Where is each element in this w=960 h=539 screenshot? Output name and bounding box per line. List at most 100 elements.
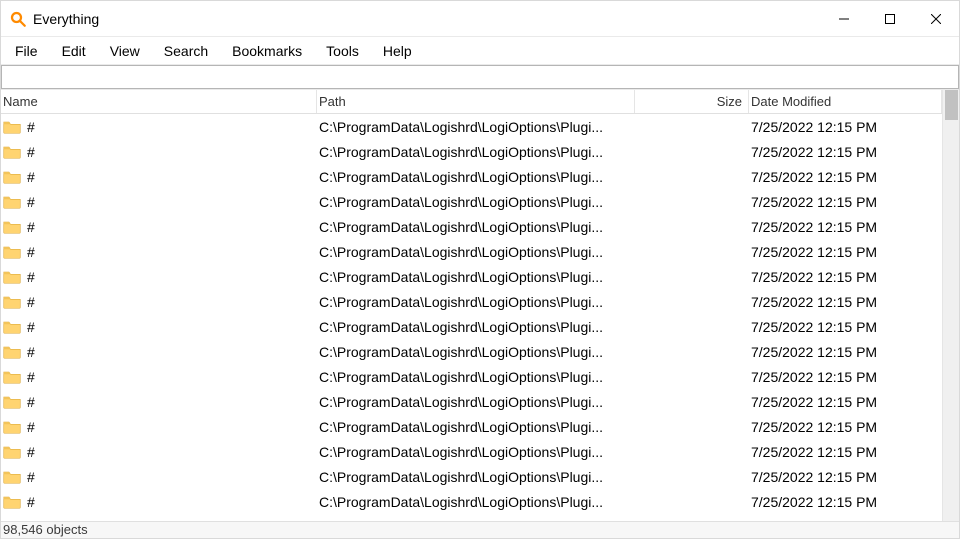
row-date: 7/25/2022 12:15 PM — [751, 169, 877, 185]
column-header-date[interactable]: Date Modified — [749, 90, 942, 113]
row-path: C:\ProgramData\Logishrd\LogiOptions\Plug… — [319, 494, 603, 510]
row-date: 7/25/2022 12:15 PM — [751, 369, 877, 385]
column-header-name[interactable]: Name — [1, 90, 317, 113]
folder-icon — [3, 244, 21, 259]
row-date: 7/25/2022 12:15 PM — [751, 494, 877, 510]
menu-help[interactable]: Help — [371, 40, 424, 62]
row-path: C:\ProgramData\Logishrd\LogiOptions\Plug… — [319, 344, 603, 360]
column-header-path[interactable]: Path — [317, 90, 635, 113]
row-path: C:\ProgramData\Logishrd\LogiOptions\Plug… — [319, 219, 603, 235]
row-name: # — [27, 219, 35, 235]
row-name: # — [27, 244, 35, 260]
result-row[interactable]: # C:\ProgramData\Logishrd\LogiOptions\Pl… — [1, 339, 942, 364]
folder-icon — [3, 194, 21, 209]
row-date: 7/25/2022 12:15 PM — [751, 194, 877, 210]
row-date: 7/25/2022 12:15 PM — [751, 294, 877, 310]
row-date: 7/25/2022 12:15 PM — [751, 344, 877, 360]
row-name: # — [27, 144, 35, 160]
result-row[interactable]: # C:\ProgramData\Logishrd\LogiOptions\Pl… — [1, 439, 942, 464]
result-row[interactable]: # C:\ProgramData\Logishrd\LogiOptions\Pl… — [1, 239, 942, 264]
result-row[interactable]: # C:\ProgramData\Logishrd\LogiOptions\Pl… — [1, 414, 942, 439]
window-controls — [821, 1, 959, 36]
row-date: 7/25/2022 12:15 PM — [751, 244, 877, 260]
menu-tools[interactable]: Tools — [314, 40, 371, 62]
close-button[interactable] — [913, 1, 959, 36]
result-row[interactable]: # C:\ProgramData\Logishrd\LogiOptions\Pl… — [1, 289, 942, 314]
row-name: # — [27, 469, 35, 485]
menu-edit[interactable]: Edit — [50, 40, 98, 62]
menubar: File Edit View Search Bookmarks Tools He… — [1, 37, 959, 65]
row-name: # — [27, 494, 35, 510]
result-row[interactable]: # C:\ProgramData\Logishrd\LogiOptions\Pl… — [1, 314, 942, 339]
menu-bookmarks[interactable]: Bookmarks — [220, 40, 314, 62]
row-name: # — [27, 369, 35, 385]
minimize-button[interactable] — [821, 1, 867, 36]
row-path: C:\ProgramData\Logishrd\LogiOptions\Plug… — [319, 394, 603, 410]
titlebar[interactable]: Everything — [1, 1, 959, 37]
status-bar: 98,546 objects — [1, 521, 959, 538]
status-text: 98,546 objects — [3, 522, 88, 537]
row-name: # — [27, 319, 35, 335]
maximize-button[interactable] — [867, 1, 913, 36]
menu-search[interactable]: Search — [152, 40, 220, 62]
row-date: 7/25/2022 12:15 PM — [751, 269, 877, 285]
row-name: # — [27, 169, 35, 185]
row-path: C:\ProgramData\Logishrd\LogiOptions\Plug… — [319, 319, 603, 335]
app-window: Everything File Edit View Search Bookmar… — [0, 0, 960, 539]
folder-icon — [3, 394, 21, 409]
folder-icon — [3, 444, 21, 459]
row-path: C:\ProgramData\Logishrd\LogiOptions\Plug… — [319, 119, 603, 135]
row-date: 7/25/2022 12:15 PM — [751, 469, 877, 485]
column-headers: Name Path Size Date Modified — [1, 90, 942, 114]
result-row[interactable]: # C:\ProgramData\Logishrd\LogiOptions\Pl… — [1, 264, 942, 289]
row-path: C:\ProgramData\Logishrd\LogiOptions\Plug… — [319, 144, 603, 160]
column-header-size[interactable]: Size — [635, 90, 749, 113]
folder-icon — [3, 169, 21, 184]
row-name: # — [27, 194, 35, 210]
results-table: Name Path Size Date Modified # C:\Progra… — [1, 90, 942, 521]
row-name: # — [27, 294, 35, 310]
row-date: 7/25/2022 12:15 PM — [751, 319, 877, 335]
folder-icon — [3, 269, 21, 284]
folder-icon — [3, 419, 21, 434]
window-title: Everything — [33, 11, 821, 27]
row-date: 7/25/2022 12:15 PM — [751, 444, 877, 460]
row-path: C:\ProgramData\Logishrd\LogiOptions\Plug… — [319, 194, 603, 210]
row-name: # — [27, 344, 35, 360]
menu-file[interactable]: File — [3, 40, 50, 62]
result-row[interactable]: # C:\ProgramData\Logishrd\LogiOptions\Pl… — [1, 214, 942, 239]
folder-icon — [3, 119, 21, 134]
row-path: C:\ProgramData\Logishrd\LogiOptions\Plug… — [319, 369, 603, 385]
result-row[interactable]: # C:\ProgramData\Logishrd\LogiOptions\Pl… — [1, 189, 942, 214]
vertical-scrollbar[interactable] — [942, 90, 959, 521]
scrollbar-thumb[interactable] — [945, 90, 958, 120]
result-row[interactable]: # C:\ProgramData\Logishrd\LogiOptions\Pl… — [1, 389, 942, 414]
row-path: C:\ProgramData\Logishrd\LogiOptions\Plug… — [319, 169, 603, 185]
row-path: C:\ProgramData\Logishrd\LogiOptions\Plug… — [319, 269, 603, 285]
result-row[interactable]: # C:\ProgramData\Logishrd\LogiOptions\Pl… — [1, 489, 942, 514]
folder-icon — [3, 494, 21, 509]
search-input[interactable] — [1, 65, 959, 89]
row-path: C:\ProgramData\Logishrd\LogiOptions\Plug… — [319, 444, 603, 460]
row-date: 7/25/2022 12:15 PM — [751, 119, 877, 135]
result-row[interactable]: # C:\ProgramData\Logishrd\LogiOptions\Pl… — [1, 164, 942, 189]
folder-icon — [3, 319, 21, 334]
result-row[interactable]: # C:\ProgramData\Logishrd\LogiOptions\Pl… — [1, 464, 942, 489]
folder-icon — [3, 219, 21, 234]
menu-view[interactable]: View — [98, 40, 152, 62]
row-path: C:\ProgramData\Logishrd\LogiOptions\Plug… — [319, 469, 603, 485]
row-date: 7/25/2022 12:15 PM — [751, 394, 877, 410]
row-name: # — [27, 119, 35, 135]
result-row[interactable]: # C:\ProgramData\Logishrd\LogiOptions\Pl… — [1, 139, 942, 164]
app-logo-icon — [9, 10, 27, 28]
folder-icon — [3, 369, 21, 384]
search-bar — [1, 65, 959, 90]
row-name: # — [27, 419, 35, 435]
row-path: C:\ProgramData\Logishrd\LogiOptions\Plug… — [319, 244, 603, 260]
result-row[interactable]: # C:\ProgramData\Logishrd\LogiOptions\Pl… — [1, 114, 942, 139]
row-path: C:\ProgramData\Logishrd\LogiOptions\Plug… — [319, 419, 603, 435]
result-row[interactable]: # C:\ProgramData\Logishrd\LogiOptions\Pl… — [1, 364, 942, 389]
folder-icon — [3, 144, 21, 159]
results-rows: # C:\ProgramData\Logishrd\LogiOptions\Pl… — [1, 114, 942, 514]
row-date: 7/25/2022 12:15 PM — [751, 144, 877, 160]
